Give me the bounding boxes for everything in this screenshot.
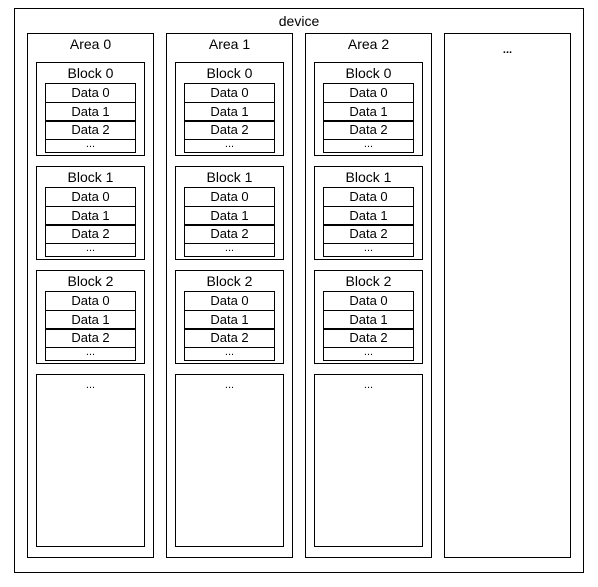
data-cell: Data 1 xyxy=(323,310,414,330)
data-cell: Data 1 xyxy=(184,102,275,122)
area-title: Area 2 xyxy=(314,36,423,52)
block-title: Block 1 xyxy=(323,169,414,185)
area-0: Area 0 Block 0 Data 0 Data 1 Data 2 ... … xyxy=(27,33,154,558)
data-cell: Data 1 xyxy=(323,102,414,122)
data-cell: Data 1 xyxy=(45,206,136,226)
more-block: ... xyxy=(36,374,145,547)
block-title: Block 2 xyxy=(184,273,275,289)
more-cell: ... xyxy=(45,243,136,257)
block-title: Block 2 xyxy=(323,273,414,289)
data-cell: Data 1 xyxy=(184,310,275,330)
data-cell: Data 0 xyxy=(323,291,414,311)
block: Block 1 Data 0 Data 1 Data 2 ... xyxy=(36,166,145,260)
data-cell: Data 2 xyxy=(323,224,414,244)
data-cell: Data 2 xyxy=(184,328,275,348)
block: Block 1 Data 0 Data 1 Data 2 ... xyxy=(175,166,284,260)
block-title: Block 2 xyxy=(45,273,136,289)
area-title: Area 0 xyxy=(36,36,145,52)
block-title: Block 0 xyxy=(323,65,414,81)
block-title: Block 1 xyxy=(45,169,136,185)
data-cell: Data 0 xyxy=(323,83,414,103)
block: Block 0 Data 0 Data 1 Data 2 ... xyxy=(314,62,423,156)
data-cell: Data 2 xyxy=(184,120,275,140)
data-cell: Data 1 xyxy=(45,102,136,122)
block: Block 2 Data 0 Data 1 Data 2 ... xyxy=(314,270,423,364)
more-cell: ... xyxy=(184,243,275,257)
data-cell: Data 0 xyxy=(184,291,275,311)
data-cell: Data 1 xyxy=(184,206,275,226)
more-cell: ... xyxy=(323,139,414,153)
data-cell: Data 0 xyxy=(323,187,414,207)
more-cell: ... xyxy=(45,139,136,153)
device-title: device xyxy=(27,13,571,29)
area-1: Area 1 Block 0 Data 0 Data 1 Data 2 ... … xyxy=(166,33,293,558)
more-area: ... xyxy=(444,33,571,558)
block: Block 0 Data 0 Data 1 Data 2 ... xyxy=(175,62,284,156)
data-cell: Data 2 xyxy=(45,224,136,244)
data-cell: Data 0 xyxy=(184,83,275,103)
data-cell: Data 0 xyxy=(184,187,275,207)
data-cell: Data 2 xyxy=(323,120,414,140)
block: Block 1 Data 0 Data 1 Data 2 ... xyxy=(314,166,423,260)
more-cell: ... xyxy=(184,347,275,361)
columns: Area 0 Block 0 Data 0 Data 1 Data 2 ... … xyxy=(27,33,571,558)
area-title: Area 1 xyxy=(175,36,284,52)
more-block: ... xyxy=(175,374,284,547)
data-cell: Data 2 xyxy=(323,328,414,348)
block-title: Block 1 xyxy=(184,169,275,185)
more-cell: ... xyxy=(45,347,136,361)
data-cell: Data 0 xyxy=(45,187,136,207)
block: Block 2 Data 0 Data 1 Data 2 ... xyxy=(36,270,145,364)
area-2: Area 2 Block 0 Data 0 Data 1 Data 2 ... … xyxy=(305,33,432,558)
block-title: Block 0 xyxy=(184,65,275,81)
device-container: device Area 0 Block 0 Data 0 Data 1 Data… xyxy=(14,8,584,573)
data-cell: Data 2 xyxy=(184,224,275,244)
data-cell: Data 0 xyxy=(45,291,136,311)
more-cell: ... xyxy=(323,243,414,257)
block-title: Block 0 xyxy=(45,65,136,81)
data-cell: Data 2 xyxy=(45,120,136,140)
data-cell: Data 0 xyxy=(45,83,136,103)
block: Block 0 Data 0 Data 1 Data 2 ... xyxy=(36,62,145,156)
block: Block 2 Data 0 Data 1 Data 2 ... xyxy=(175,270,284,364)
data-cell: Data 2 xyxy=(45,328,136,348)
more-label: ... xyxy=(453,44,562,56)
more-cell: ... xyxy=(184,139,275,153)
data-cell: Data 1 xyxy=(323,206,414,226)
more-block: ... xyxy=(314,374,423,547)
more-cell: ... xyxy=(323,347,414,361)
data-cell: Data 1 xyxy=(45,310,136,330)
